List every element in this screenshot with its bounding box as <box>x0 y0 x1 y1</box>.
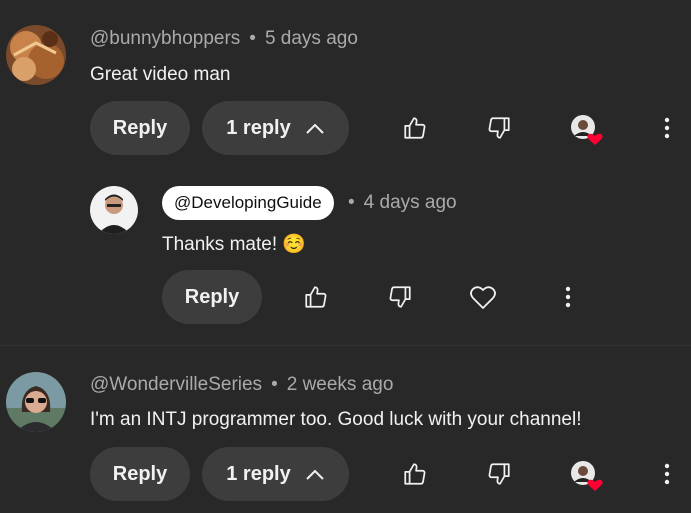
more-vert-icon[interactable] <box>653 460 681 488</box>
separator-dot: • <box>271 374 278 395</box>
author-name[interactable]: @WondervilleSeries <box>90 374 262 395</box>
replies-label: 1 reply <box>226 462 291 485</box>
comment-meta: • 4 days ago <box>348 192 457 214</box>
comment-text: I'm an INTJ programmer too. Good luck wi… <box>90 409 582 430</box>
replies-toggle-button[interactable]: 1 reply <box>202 101 349 155</box>
reply-label: Reply <box>112 462 168 485</box>
more-vert-icon[interactable] <box>554 283 582 311</box>
reply-button[interactable]: Reply <box>162 270 262 324</box>
chevron-up-icon <box>305 468 325 480</box>
replies-toggle-button[interactable]: 1 reply <box>202 447 349 501</box>
dislike-icon[interactable] <box>485 460 513 488</box>
timestamp[interactable]: 5 days ago <box>265 28 358 49</box>
comment-meta: @bunnybhoppers • 5 days ago <box>90 28 358 50</box>
replies-label: 1 reply <box>226 116 291 139</box>
dislike-icon[interactable] <box>485 114 513 142</box>
avatar-developingguide[interactable] <box>90 186 138 234</box>
reply-label: Reply <box>112 116 168 139</box>
comment-text: Great video man <box>90 64 231 85</box>
avatar-wondervilleseries[interactable] <box>6 372 66 432</box>
reply-button[interactable]: Reply <box>90 447 190 501</box>
like-icon[interactable] <box>302 283 330 311</box>
dislike-icon[interactable] <box>386 283 414 311</box>
like-icon[interactable] <box>401 114 429 142</box>
comment-meta: @WondervilleSeries • 2 weeks ago <box>90 374 393 396</box>
like-icon[interactable] <box>401 460 429 488</box>
author-chip[interactable]: @DevelopingGuide <box>162 186 334 220</box>
creator-heart-icon[interactable] <box>570 114 603 145</box>
comment-text: Thanks mate! ☺️ <box>162 234 307 255</box>
chevron-up-icon <box>305 122 325 134</box>
timestamp[interactable]: 4 days ago <box>364 192 457 213</box>
reply-label: Reply <box>184 285 240 308</box>
divider <box>0 345 691 346</box>
avatar-bunnybhoppers[interactable] <box>6 25 66 85</box>
separator-dot: • <box>249 28 256 49</box>
heart-icon[interactable] <box>469 283 497 311</box>
author-name: @DevelopingGuide <box>174 193 322 212</box>
timestamp[interactable]: 2 weeks ago <box>287 374 394 395</box>
author-name[interactable]: @bunnybhoppers <box>90 28 240 49</box>
creator-heart-icon[interactable] <box>570 460 603 491</box>
reply-button[interactable]: Reply <box>90 101 190 155</box>
separator-dot: • <box>348 192 355 213</box>
more-vert-icon[interactable] <box>653 114 681 142</box>
